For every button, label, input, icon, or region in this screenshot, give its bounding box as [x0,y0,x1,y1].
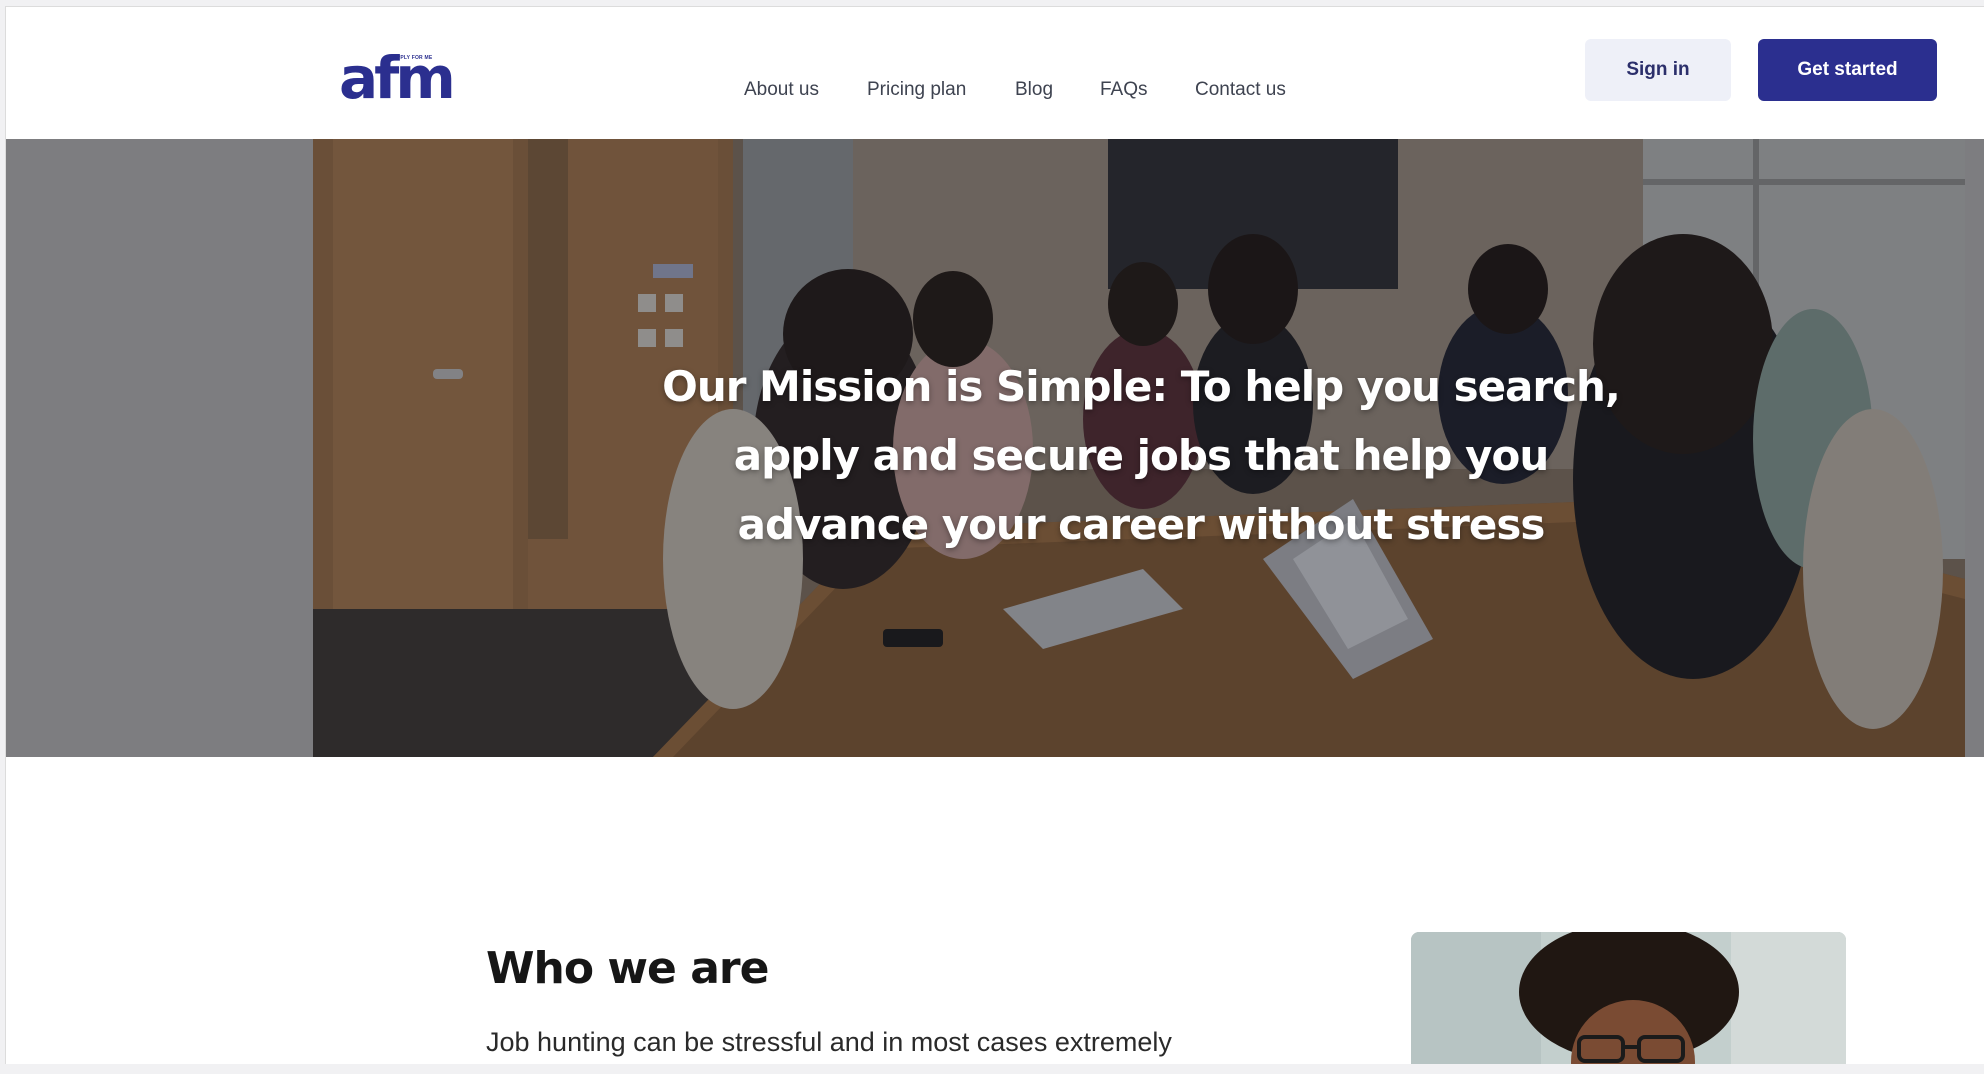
get-started-button[interactable]: Get started [1758,39,1937,101]
site-header: afm APPLY FOR ME About us Pricing plan B… [6,7,1984,139]
team-member-photo [1411,932,1846,1064]
sign-in-button[interactable]: Sign in [1585,39,1731,101]
hero-headline-line-2: apply and secure jobs that help you [733,431,1549,480]
hero-headline: Our Mission is Simple: To help you searc… [566,352,1716,559]
who-we-are-body: Job hunting can be stressful and in most… [486,1027,1172,1057]
nav-about-us[interactable]: About us [744,79,819,101]
hero-headline-line-3: advance your career without stress [737,500,1546,549]
hero-headline-line-1: Our Mission is Simple: To help you searc… [662,362,1621,411]
brand-logo[interactable]: afm APPLY FOR ME [339,48,456,108]
who-we-are-heading: Who we are [486,943,769,994]
page: afm APPLY FOR ME About us Pricing plan B… [5,6,1984,1064]
logo-tagline: APPLY FOR ME [393,55,433,61]
nav-contact-us[interactable]: Contact us [1195,79,1286,101]
nav-pricing-plan[interactable]: Pricing plan [867,79,966,101]
who-we-are-section: Who we are Job hunting can be stressful … [6,757,1984,1064]
nav-blog[interactable]: Blog [1015,79,1053,101]
hero-banner: Our Mission is Simple: To help you searc… [6,139,1984,757]
nav-faqs[interactable]: FAQs [1100,79,1148,101]
